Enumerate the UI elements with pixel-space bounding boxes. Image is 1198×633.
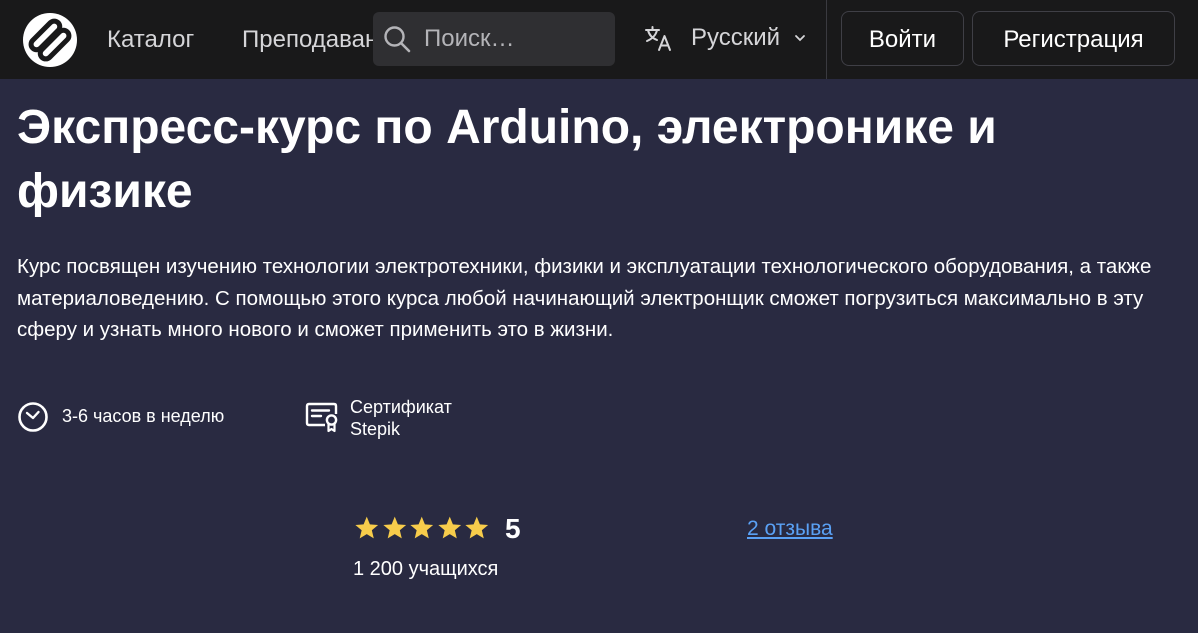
course-title: Экспресс-курс по Arduino, электронике и … [17,101,997,218]
rating-stars [353,515,491,546]
reviews-link[interactable]: 2 отзыва [747,517,833,541]
star-icon [465,516,489,539]
students-count: 1 200 учащихся [353,558,499,580]
search-icon [384,26,411,53]
workload-text: 3-6 часов в неделю [62,406,225,426]
top-navbar: Каталог Преподавание Русский Войти Регис… [0,0,1198,79]
nav-catalog-link[interactable]: Каталог [107,24,194,56]
header-divider [826,0,827,79]
star-icon [410,516,434,539]
certificate-title: Сертификат [350,397,452,417]
register-button[interactable]: Регистрация [972,11,1175,66]
certificate-icon [305,402,338,433]
search-box[interactable] [373,12,615,66]
nav-teach-link[interactable]: Преподавание [242,24,373,56]
language-label: Русский [691,24,781,51]
clock-icon [18,402,48,432]
certificate-issuer: Stepik [350,419,401,439]
chevron-down-icon [795,35,805,42]
translate-icon [645,26,671,51]
login-button[interactable]: Войти [841,11,964,66]
stepik-logo-icon[interactable] [23,13,77,67]
star-icon [382,516,406,539]
search-input[interactable] [424,24,604,54]
course-description: Курс посвящен изучению технологии электр… [17,255,1152,341]
rating-value: 5 [505,513,521,544]
certificate-text: Сертификат Stepik [350,396,452,440]
star-icon [437,516,461,539]
star-icon [355,516,379,539]
